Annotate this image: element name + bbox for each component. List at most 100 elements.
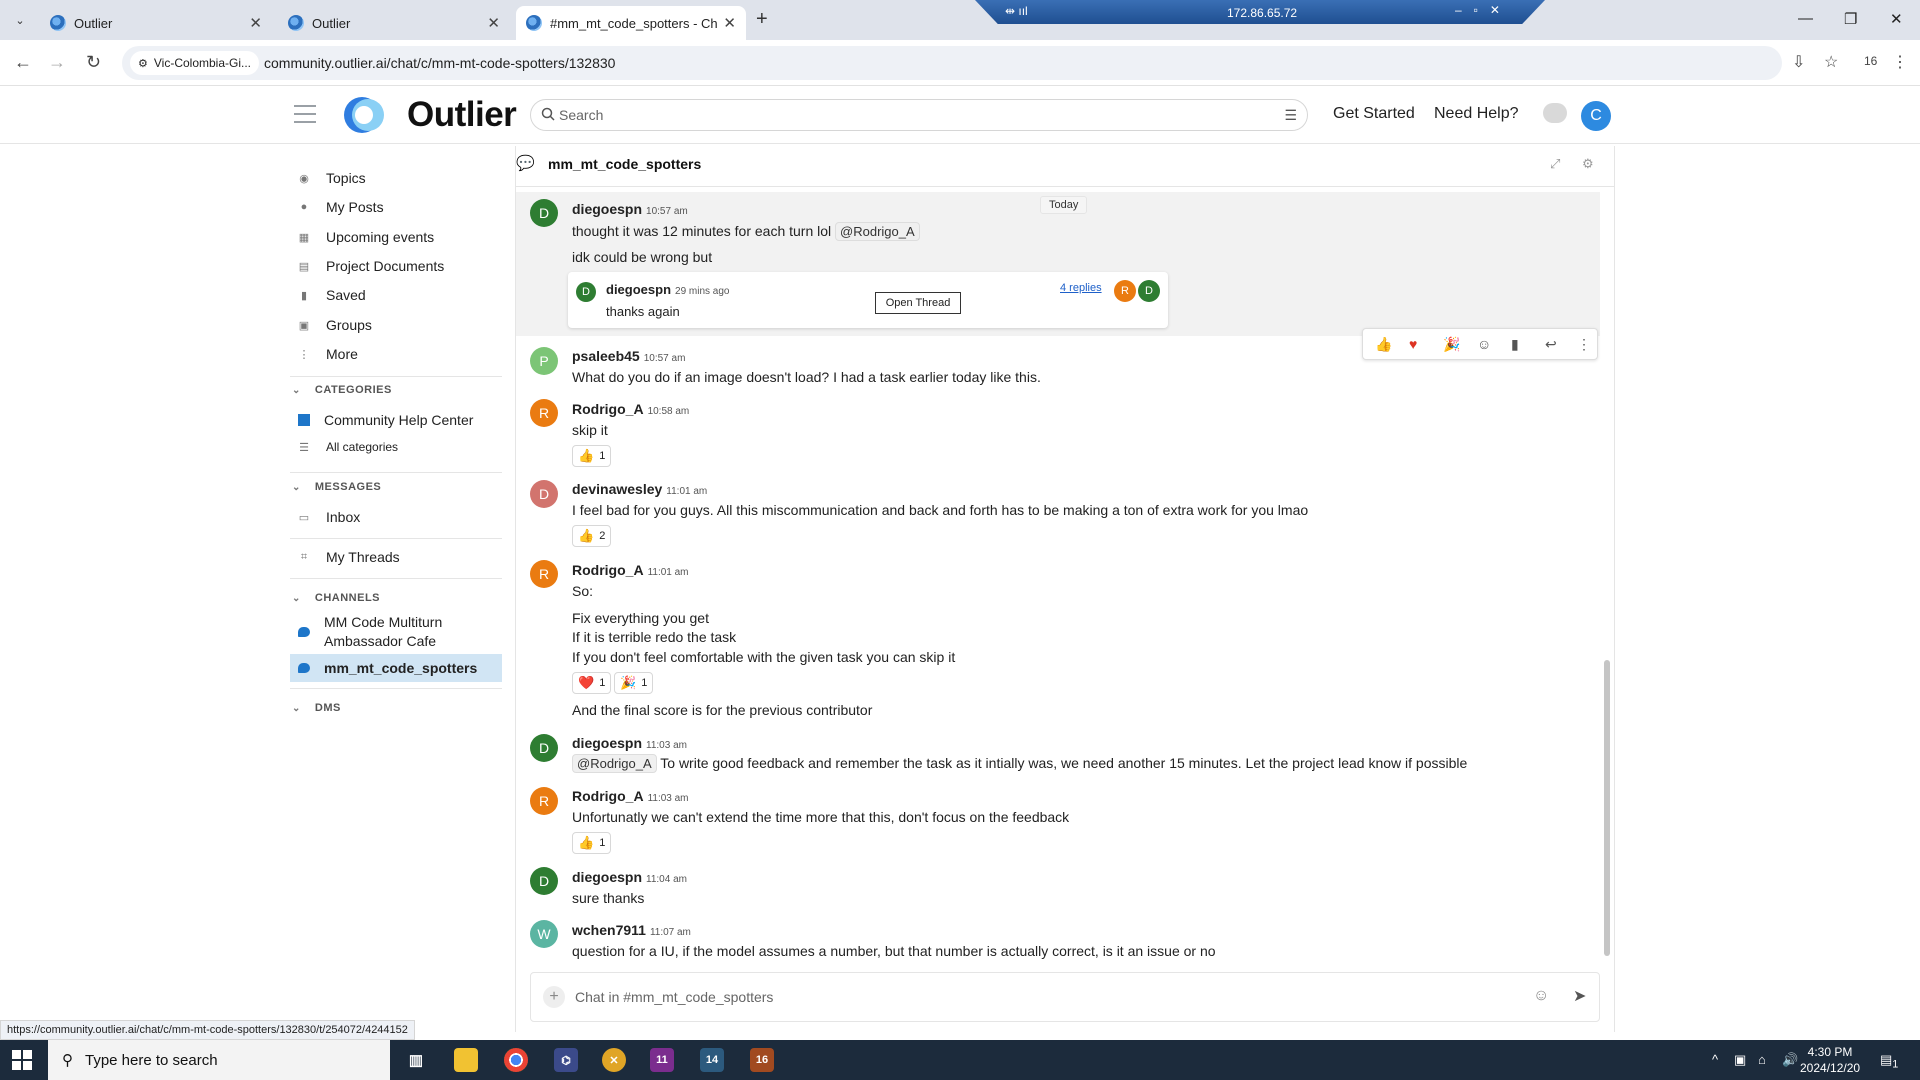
outlier-logo-text[interactable]: Outlier: [407, 95, 517, 135]
app-badge-icon[interactable]: 11: [650, 1048, 674, 1072]
sidebar-item-channel-ambassador-cafe[interactable]: MM Code Multiturn Ambassador Cafe: [290, 612, 502, 652]
username[interactable]: diegoespn: [572, 201, 642, 217]
restore-icon[interactable]: ❐: [1844, 10, 1857, 28]
expand-icon[interactable]: ⤢: [1550, 156, 1560, 172]
channels-section-header[interactable]: ⌄ CHANNELS: [292, 592, 380, 604]
tray-app-icon[interactable]: ▣: [1734, 1052, 1746, 1068]
message-author[interactable]: diegoespn 10:57 am: [572, 201, 688, 217]
message-time[interactable]: 11:03 am: [648, 793, 689, 804]
thumbs-up-icon[interactable]: 👍: [1375, 336, 1392, 353]
sidebar-item-community-help-center[interactable]: Community Help Center: [290, 408, 502, 432]
sidebar-item-upcoming-events[interactable]: ▦ Upcoming events: [290, 225, 502, 249]
channel-settings-icon[interactable]: ⚙: [1582, 156, 1594, 172]
site-info-chip[interactable]: ⚙ Vic-Colombia-Gi...: [130, 51, 260, 75]
close-tab-icon[interactable]: ✕: [723, 14, 736, 32]
close-window-icon[interactable]: ✕: [1890, 10, 1903, 28]
close-tab-icon[interactable]: ✕: [487, 14, 500, 32]
username[interactable]: Rodrigo_A: [572, 401, 644, 417]
search-bar[interactable]: ☰: [530, 99, 1308, 131]
message-author[interactable]: devinawesley 11:01 am: [572, 481, 707, 497]
chat-bubble-icon[interactable]: [1543, 103, 1567, 123]
taskbar-search[interactable]: ⚲ Type here to search: [48, 1040, 390, 1080]
chat-scrollbar[interactable]: [1604, 660, 1610, 956]
close-tab-icon[interactable]: ✕: [249, 14, 262, 32]
message-time[interactable]: 10:57 am: [644, 353, 686, 364]
message-time[interactable]: 11:01 am: [648, 567, 689, 578]
channel-title[interactable]: mm_mt_code_spotters: [548, 156, 701, 172]
browser-menu-icon[interactable]: ⋮: [1892, 52, 1908, 72]
sidebar-item-project-documents[interactable]: ▤ Project Documents: [290, 254, 502, 278]
sidebar-item-channel-code-spotters[interactable]: mm_mt_code_spotters: [290, 654, 502, 682]
minimize-icon[interactable]: —: [1798, 10, 1813, 27]
avatar[interactable]: R: [530, 560, 558, 588]
chat-message-input[interactable]: [575, 987, 1475, 1007]
reaction-pill[interactable]: 👍 1: [572, 445, 612, 467]
message-author[interactable]: diegoespn 11:03 am: [572, 735, 687, 751]
sidebar-item-topics[interactable]: ◉ Topics: [290, 166, 502, 190]
browser-tab-2[interactable]: Outlier ✕: [278, 6, 510, 40]
tab-search-dropdown[interactable]: ⌄: [8, 8, 32, 32]
message-author[interactable]: Rodrigo_A 10:58 am: [572, 401, 689, 417]
avatar[interactable]: D: [530, 480, 558, 508]
messages-section-header[interactable]: ⌄ MESSAGES: [292, 481, 381, 493]
remote-window-controls[interactable]: –▫✕: [1455, 3, 1512, 17]
message-time[interactable]: 11:03 am: [646, 740, 687, 751]
network-icon[interactable]: ⌂: [1758, 1052, 1766, 1067]
need-help-link[interactable]: Need Help?: [1434, 105, 1519, 123]
chrome-icon[interactable]: [504, 1048, 528, 1072]
categories-section-header[interactable]: ⌄ CATEGORIES: [292, 384, 392, 396]
pin-icon[interactable]: ⇹ ııl: [1005, 4, 1028, 18]
notification-icon[interactable]: ▤1: [1880, 1052, 1898, 1071]
avatar[interactable]: R: [530, 787, 558, 815]
add-attachment-icon[interactable]: +: [543, 986, 565, 1008]
search-filter-icon[interactable]: ☰: [1284, 107, 1297, 124]
sidebar-item-my-posts[interactable]: ● My Posts: [290, 195, 502, 219]
avatar[interactable]: W: [530, 920, 558, 948]
reaction-pill[interactable]: 🎉 1: [614, 672, 654, 694]
message-author[interactable]: Rodrigo_A 11:01 am: [572, 562, 689, 578]
tray-chevron-icon[interactable]: ^: [1712, 1052, 1718, 1067]
forward-icon[interactable]: →: [48, 52, 66, 73]
app-badge-icon[interactable]: 16: [750, 1048, 774, 1072]
reaction-pill[interactable]: ❤️ 1: [572, 672, 612, 694]
url-text[interactable]: community.outlier.ai/chat/c/mm-mt-code-s…: [264, 55, 615, 71]
message-time[interactable]: 10:58 am: [648, 406, 690, 417]
reaction-pill[interactable]: 👍 2: [572, 525, 612, 547]
file-explorer-icon[interactable]: [454, 1048, 478, 1072]
username[interactable]: Rodrigo_A: [572, 788, 644, 804]
app-badge-icon[interactable]: 14: [700, 1048, 724, 1072]
message-author[interactable]: psaleeb45 10:57 am: [572, 348, 685, 364]
user-avatar[interactable]: C: [1581, 101, 1611, 131]
browser-tab-1[interactable]: Outlier ✕: [40, 6, 272, 40]
install-app-icon[interactable]: ⇩: [1792, 52, 1805, 72]
browser-tab-3-active[interactable]: #mm_mt_code_spotters - Chat ✕: [516, 6, 746, 40]
message-time[interactable]: 11:04 am: [646, 874, 687, 885]
user-mention[interactable]: @Rodrigo_A: [835, 222, 920, 241]
add-reaction-icon[interactable]: ☺: [1477, 336, 1491, 352]
avatar[interactable]: D: [530, 867, 558, 895]
reply-icon[interactable]: ↩: [1545, 336, 1557, 353]
task-view-icon[interactable]: ▥: [404, 1048, 428, 1072]
heart-icon[interactable]: ♥: [1409, 336, 1417, 352]
dms-section-header[interactable]: ⌄ DMS: [292, 702, 341, 714]
sidebar-item-saved[interactable]: ▮ Saved: [290, 283, 502, 307]
thread-preview-card[interactable]: D diegoespn 29 mins ago thanks again Open…: [568, 272, 1168, 328]
new-tab-button[interactable]: +: [756, 8, 768, 31]
message-time[interactable]: 11:07 am: [650, 927, 691, 938]
message-author[interactable]: Rodrigo_A 11:03 am: [572, 788, 689, 804]
avatar[interactable]: R: [530, 399, 558, 427]
avatar[interactable]: D: [530, 199, 558, 227]
user-mention[interactable]: @Rodrigo_A: [572, 754, 657, 773]
taskbar-clock[interactable]: 4:30 PM 2024/12/20: [1800, 1044, 1860, 1076]
username[interactable]: devinawesley: [572, 481, 662, 497]
reload-icon[interactable]: ↻: [86, 52, 101, 73]
avatar[interactable]: D: [530, 734, 558, 762]
back-icon[interactable]: ←: [14, 52, 32, 73]
message-author[interactable]: diegoespn 11:04 am: [572, 869, 687, 885]
username[interactable]: diegoespn: [572, 735, 642, 751]
outlier-logo-icon[interactable]: [338, 95, 390, 135]
avatar[interactable]: P: [530, 347, 558, 375]
omnibox[interactable]: ⚙ Vic-Colombia-Gi... community.outlier.a…: [122, 46, 1782, 80]
party-popper-icon[interactable]: 🎉: [1443, 336, 1460, 353]
windows-start-icon[interactable]: [12, 1050, 32, 1070]
